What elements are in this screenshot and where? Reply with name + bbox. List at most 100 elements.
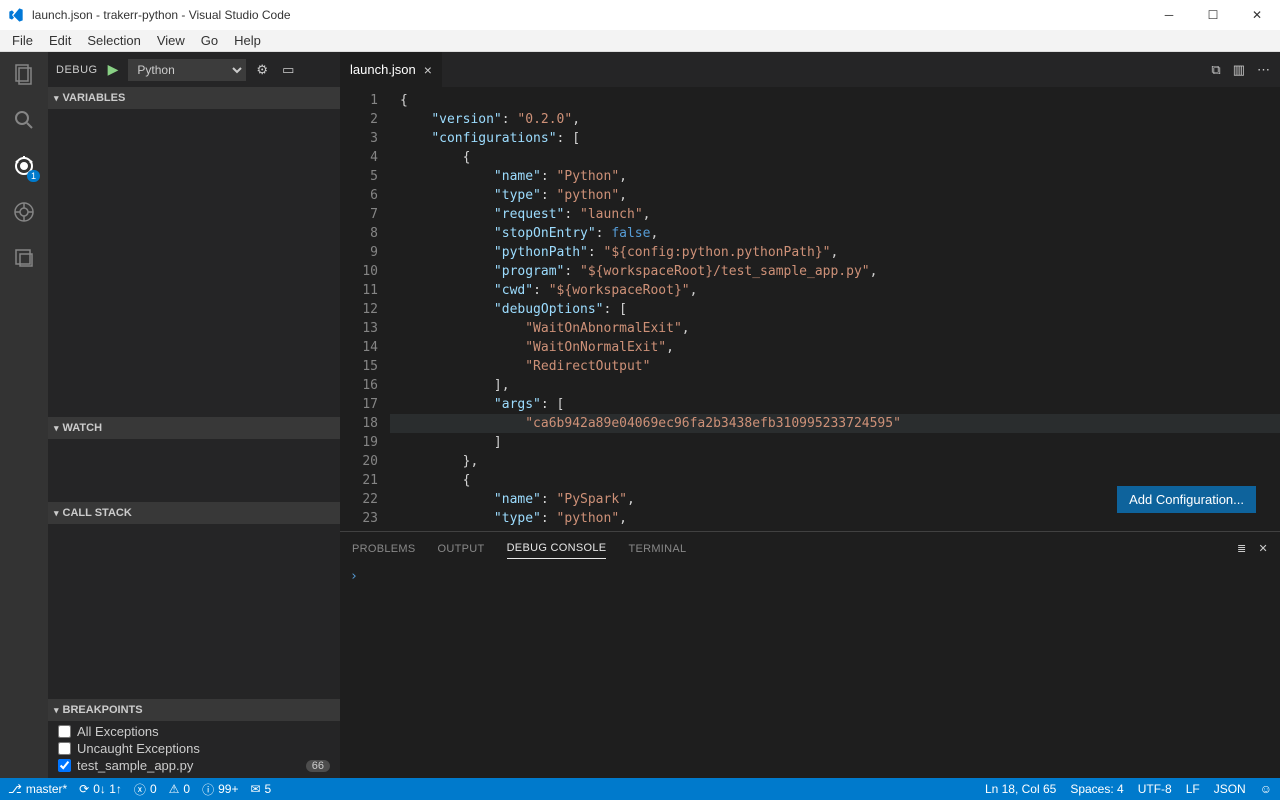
editor-area: launch.json × ⧉ ▥ ⋯ 12345678910111213141… <box>340 52 1280 778</box>
callstack-header[interactable]: ▾CALL STACK <box>48 502 340 524</box>
menu-go[interactable]: Go <box>193 31 226 50</box>
menu-view[interactable]: View <box>149 31 193 50</box>
menubar: File Edit Selection View Go Help <box>0 30 1280 52</box>
explorer-icon[interactable] <box>10 60 38 88</box>
code-line[interactable]: "program": "${workspaceRoot}/test_sample… <box>390 262 1280 281</box>
panel-tab-terminal[interactable]: TERMINAL <box>628 539 686 559</box>
warnings-status[interactable]: ⚠ 0 <box>169 782 190 796</box>
breakpoint-label: Uncaught Exceptions <box>77 741 200 756</box>
debug-toolbar: DEBUG ▶ Python ⚙ ▭ <box>48 52 340 87</box>
panel-tab-debug-console[interactable]: DEBUG CONSOLE <box>507 538 607 559</box>
minimize-button[interactable]: ─ <box>1154 8 1184 22</box>
breakpoint-checkbox[interactable] <box>58 742 71 755</box>
panel-body[interactable]: › <box>340 565 1280 778</box>
debug-icon[interactable]: 1 <box>10 152 38 180</box>
code-line[interactable]: "RedirectOutput" <box>390 357 1280 376</box>
statusbar: ⎇ master* ⟳ 0↓ 1↑ ⓧ 0 ⚠ 0 ⓘ 99+ ✉ 5 Ln 1… <box>0 778 1280 800</box>
tab-close-icon[interactable]: × <box>424 62 432 78</box>
code-line[interactable]: "ca6b942a89e04069ec96fa2b3438efb31099523… <box>390 414 1280 433</box>
breakpoint-item[interactable]: All Exceptions <box>48 723 340 740</box>
branch-status[interactable]: ⎇ master* <box>8 782 67 796</box>
tab-label: launch.json <box>350 62 416 77</box>
indentation[interactable]: Spaces: 4 <box>1070 782 1123 796</box>
extensions-icon[interactable] <box>10 198 38 226</box>
titlebar: launch.json - trakerr-python - Visual St… <box>0 0 1280 30</box>
start-debug-button[interactable]: ▶ <box>104 61 123 78</box>
breakpoint-count: 66 <box>306 760 330 772</box>
maximize-button[interactable]: ☐ <box>1198 8 1228 22</box>
activitybar: 1 <box>0 52 48 778</box>
code-line[interactable]: "request": "launch", <box>390 528 1280 531</box>
breakpoints-body: All Exceptions Uncaught Exceptionstest_sa… <box>48 721 340 776</box>
sidebar: DEBUG ▶ Python ⚙ ▭ ▾VARIABLES ▾WATCH ▾CA… <box>48 52 340 778</box>
info-status[interactable]: ⓘ 99+ <box>202 781 238 798</box>
vscode-icon <box>8 7 24 23</box>
tab-launch-json[interactable]: launch.json × <box>340 52 443 87</box>
watch-body <box>48 439 340 502</box>
debug-label: DEBUG <box>56 64 98 76</box>
breakpoint-label: All Exceptions <box>77 724 159 739</box>
panel-tabs: PROBLEMS OUTPUT DEBUG CONSOLE TERMINAL ≣ ✕ <box>340 532 1280 565</box>
code-line[interactable]: }, <box>390 452 1280 471</box>
breakpoints-header[interactable]: ▾BREAKPOINTS <box>48 699 340 721</box>
menu-file[interactable]: File <box>4 31 41 50</box>
code-line[interactable]: { <box>390 91 1280 110</box>
code-line[interactable]: "pythonPath": "${config:python.pythonPat… <box>390 243 1280 262</box>
code-line[interactable]: "WaitOnNormalExit", <box>390 338 1280 357</box>
code-line[interactable]: "version": "0.2.0", <box>390 110 1280 129</box>
code-line[interactable]: "request": "launch", <box>390 205 1280 224</box>
layout-icon[interactable]: ▥ <box>1233 62 1245 78</box>
panel-close-icon[interactable]: ✕ <box>1258 538 1268 559</box>
breakpoint-checkbox[interactable] <box>58 725 71 738</box>
code-line[interactable]: "stopOnEntry": false, <box>390 224 1280 243</box>
breakpoint-checkbox[interactable] <box>58 759 71 772</box>
feedback-icon[interactable]: ☺ <box>1260 782 1272 796</box>
language-mode[interactable]: JSON <box>1214 782 1246 796</box>
code-editor[interactable]: 123456789101112131415161718192021222324 … <box>340 87 1280 531</box>
code-line[interactable]: "name": "Python", <box>390 167 1280 186</box>
encoding[interactable]: UTF-8 <box>1138 782 1172 796</box>
eol[interactable]: LF <box>1186 782 1200 796</box>
panel: PROBLEMSOUTPUTDEBUG CONSOLETERMINAL ≣ ✕ … <box>340 531 1280 778</box>
code-content[interactable]: { "version": "0.2.0", "configurations": … <box>390 87 1280 531</box>
breakpoint-item[interactable]: test_sample_app.py66 <box>48 757 340 774</box>
menu-help[interactable]: Help <box>226 31 269 50</box>
more-actions-icon[interactable]: ⋯ <box>1257 62 1270 78</box>
code-line[interactable]: "type": "python", <box>390 186 1280 205</box>
variables-body <box>48 109 340 417</box>
code-line[interactable]: "cwd": "${workspaceRoot}", <box>390 281 1280 300</box>
window-title: launch.json - trakerr-python - Visual St… <box>32 8 1154 22</box>
code-line[interactable]: ] <box>390 433 1280 452</box>
callstack-body <box>48 524 340 699</box>
sync-status[interactable]: ⟳ 0↓ 1↑ <box>79 782 122 796</box>
code-line[interactable]: ], <box>390 376 1280 395</box>
code-line[interactable]: "configurations": [ <box>390 129 1280 148</box>
code-line[interactable]: "WaitOnAbnormalExit", <box>390 319 1280 338</box>
split-editor-icon[interactable]: ⧉ <box>1211 62 1220 78</box>
close-button[interactable]: ✕ <box>1242 8 1272 22</box>
debug-config-select[interactable]: Python <box>128 59 246 81</box>
panel-tab-problems[interactable]: PROBLEMS <box>352 539 416 559</box>
watch-header[interactable]: ▾WATCH <box>48 417 340 439</box>
panel-tab-output[interactable]: OUTPUT <box>438 539 485 559</box>
cursor-position[interactable]: Ln 18, Col 65 <box>985 782 1056 796</box>
variables-header[interactable]: ▾VARIABLES <box>48 87 340 109</box>
errors-status[interactable]: ⓧ 0 <box>134 781 157 798</box>
debug-console-icon[interactable]: ▭ <box>278 62 298 78</box>
source-control-icon[interactable] <box>10 244 38 272</box>
code-line[interactable]: { <box>390 148 1280 167</box>
menu-edit[interactable]: Edit <box>41 31 79 50</box>
debug-prompt: › <box>350 569 358 584</box>
add-configuration-button[interactable]: Add Configuration... <box>1117 486 1256 513</box>
breakpoint-item[interactable]: Uncaught Exceptions <box>48 740 340 757</box>
code-line[interactable]: "args": [ <box>390 395 1280 414</box>
panel-clear-icon[interactable]: ≣ <box>1237 538 1247 559</box>
debug-settings-icon[interactable]: ⚙ <box>252 62 272 78</box>
messages-status[interactable]: ✉ 5 <box>250 782 271 796</box>
tabs: launch.json × ⧉ ▥ ⋯ <box>340 52 1280 87</box>
line-gutter: 123456789101112131415161718192021222324 <box>340 87 390 531</box>
search-icon[interactable] <box>10 106 38 134</box>
menu-selection[interactable]: Selection <box>79 31 148 50</box>
code-line[interactable]: "debugOptions": [ <box>390 300 1280 319</box>
debug-badge: 1 <box>27 170 40 182</box>
